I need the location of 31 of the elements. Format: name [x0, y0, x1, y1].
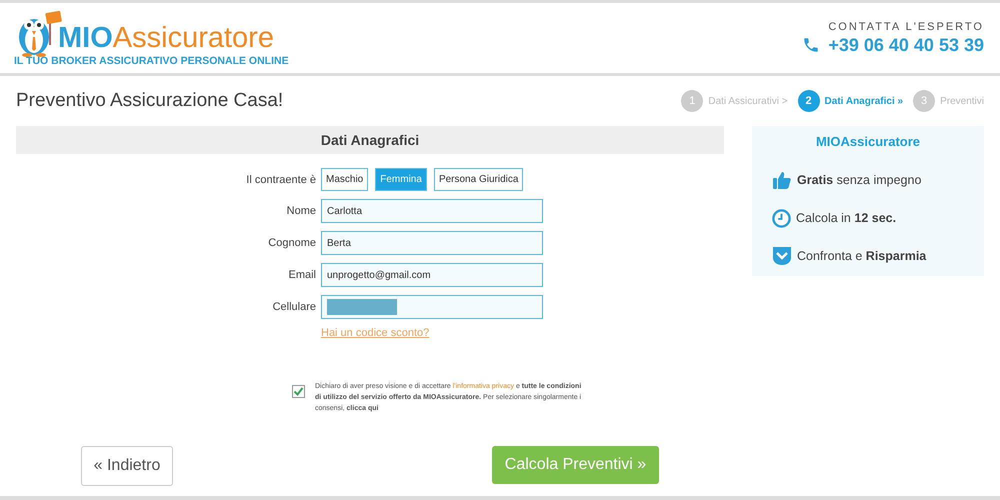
field-label: Il contraente è [245, 174, 316, 186]
back-button[interactable]: « Indietro [81, 446, 173, 486]
option-button[interactable]: Maschio [321, 168, 368, 191]
thumbs-up-icon [772, 170, 792, 190]
panel-title: MIOAssicuratore [814, 134, 922, 149]
benefit-text: Confronta e Risparmia [797, 249, 926, 263]
step-label: Preventivi [940, 96, 984, 106]
checkbox[interactable] [292, 385, 305, 398]
benefit-text: Calcola in 12 sec. [796, 211, 896, 225]
redaction-bar [327, 299, 397, 315]
field-label: Nome [286, 205, 316, 217]
contact-label: CONTATTA L'ESPERTO [827, 20, 984, 32]
phone-icon [802, 36, 820, 54]
field-label: Email [287, 269, 316, 281]
input-field[interactable] [321, 295, 543, 319]
chevron-shield-icon [772, 246, 792, 266]
tagline: IL TUO BROKER ASSICURATIVO PERSONALE ONLINE [14, 55, 289, 67]
input-field[interactable]: Carlotta [321, 199, 543, 223]
input-field[interactable]: unprogetto@gmail.com [321, 263, 543, 287]
page-title: Preventivo Assicurazione Casa! [16, 90, 284, 112]
field-label: Cognome [267, 237, 316, 249]
field-label: Cellulare [272, 301, 316, 313]
step-number: 2 [798, 90, 820, 112]
option-button[interactable]: Persona Giuridica [434, 168, 524, 191]
benefit-text: Gratis senza impegno [797, 173, 922, 187]
clock-icon [772, 208, 791, 228]
penguin-mascot-icon [16, 9, 62, 57]
step-label: Dati Assicurativi > [708, 96, 788, 106]
input-field[interactable]: Berta [321, 231, 543, 255]
step-label: Dati Anagrafici » [824, 96, 904, 106]
section-header: Dati Anagrafici [16, 126, 724, 154]
